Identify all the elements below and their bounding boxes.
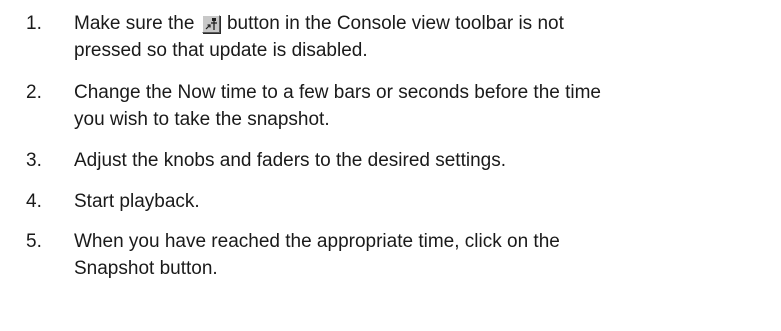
- step-text-part: Change the Now time to a few bars or sec…: [74, 82, 601, 103]
- step-text: Make sure the button in the Console view…: [74, 10, 774, 64]
- step-text-part: When you have reached the appropriate ti…: [74, 231, 560, 252]
- step-number: 5.: [26, 231, 42, 252]
- step-text-part: Make sure the: [74, 13, 200, 34]
- step-text: Adjust the knobs and faders to the desir…: [74, 147, 774, 174]
- step-text-part: Start playback.: [74, 191, 200, 212]
- step-number: 3.: [26, 150, 42, 171]
- step-text-part: button in the Console view toolbar is no…: [221, 13, 564, 34]
- step-number: 1.: [26, 13, 42, 34]
- step-text: When you have reached the appropriate ti…: [74, 228, 774, 282]
- step-text-part: pressed so that update is disabled.: [74, 40, 368, 61]
- step-text: Change the Now time to a few bars or sec…: [74, 79, 774, 133]
- step-number: 4.: [26, 191, 42, 212]
- update-automation-icon: [201, 15, 220, 33]
- step-text-part: you wish to take the snapshot.: [74, 109, 330, 130]
- step-text-part: Adjust the knobs and faders to the desir…: [74, 150, 506, 171]
- step-text: Start playback.: [74, 188, 774, 215]
- step-text-part: Snapshot button.: [74, 258, 218, 279]
- step-number: 2.: [26, 82, 42, 103]
